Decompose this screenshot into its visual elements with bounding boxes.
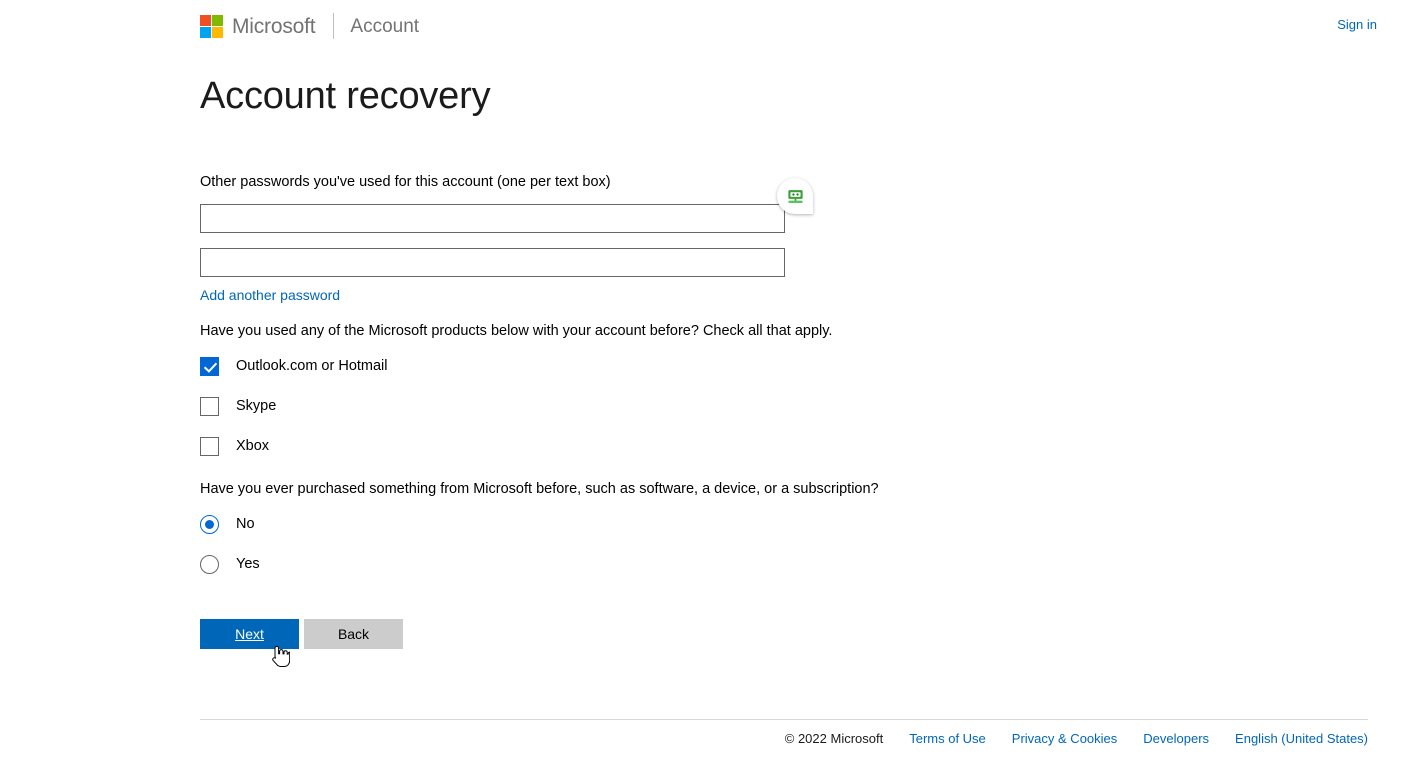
- brand: Microsoft Account: [200, 13, 419, 39]
- radio-label-no: No: [236, 516, 255, 532]
- next-button[interactable]: Next: [200, 619, 299, 649]
- back-button[interactable]: Back: [304, 619, 403, 649]
- logo-square-bottom-right: [212, 26, 223, 38]
- main-content: Account recovery Other passwords you've …: [200, 70, 1224, 649]
- password-input-2[interactable]: [200, 248, 785, 277]
- page-title: Account recovery: [200, 75, 491, 117]
- sign-in-link[interactable]: Sign in: [1337, 17, 1377, 32]
- logo-square-top-left: [200, 14, 211, 26]
- autofill-robot-icon[interactable]: [777, 178, 813, 214]
- copyright-text: © 2022 Microsoft: [784, 731, 884, 746]
- radio-row-no[interactable]: No: [200, 513, 255, 535]
- page-footer: © 2022 Microsoft Terms of Use Privacy & …: [200, 719, 1368, 746]
- checkbox-row-outlook[interactable]: Outlook.com or Hotmail: [200, 355, 388, 377]
- form-actions: Next Back: [200, 619, 1224, 649]
- logo-square-top-right: [212, 14, 223, 26]
- radio-row-yes[interactable]: Yes: [200, 553, 260, 575]
- radio-no[interactable]: [200, 514, 219, 534]
- checkbox-outlook[interactable]: [200, 356, 219, 376]
- logo-square-bottom-left: [200, 26, 211, 38]
- products-question-label: Have you used any of the Microsoft produ…: [200, 323, 833, 339]
- purchase-radio-group: No Yes: [200, 513, 1224, 575]
- purchase-question-label: Have you ever purchased something from M…: [200, 481, 879, 497]
- radio-label-yes: Yes: [236, 556, 260, 572]
- checkbox-label-xbox: Xbox: [236, 438, 270, 454]
- radio-yes[interactable]: [200, 554, 219, 574]
- password-input-1[interactable]: [200, 204, 785, 233]
- microsoft-logo-icon: [200, 14, 223, 38]
- password-fields-group: [200, 178, 1224, 277]
- footer-link-terms-of-use[interactable]: Terms of Use: [909, 731, 986, 746]
- footer-divider: [200, 719, 1368, 720]
- password-prompt-label: Other passwords you've used for this acc…: [200, 174, 611, 190]
- brand-subtitle: Account: [350, 15, 420, 37]
- checkbox-row-xbox[interactable]: Xbox: [200, 435, 269, 457]
- footer-link-privacy-cookies[interactable]: Privacy & Cookies: [1012, 731, 1117, 746]
- footer-link-language[interactable]: English (United States): [1235, 731, 1368, 746]
- checkbox-label-outlook: Outlook.com or Hotmail: [236, 358, 388, 374]
- checkbox-row-skype[interactable]: Skype: [200, 395, 276, 417]
- footer-link-developers[interactable]: Developers: [1143, 731, 1209, 746]
- add-another-password-link[interactable]: Add another password: [200, 287, 340, 303]
- checkbox-label-skype: Skype: [236, 398, 277, 414]
- checkbox-xbox[interactable]: [200, 436, 219, 456]
- brand-divider: [333, 13, 335, 39]
- footer-links: © 2022 Microsoft Terms of Use Privacy & …: [200, 731, 1368, 746]
- product-checkbox-group: Outlook.com or Hotmail Skype Xbox: [200, 355, 1224, 457]
- robot-icon-glyph: [787, 189, 803, 203]
- checkbox-skype[interactable]: [200, 396, 219, 416]
- page-header: Microsoft Account Sign in: [0, 0, 1424, 50]
- brand-name: Microsoft: [232, 14, 316, 38]
